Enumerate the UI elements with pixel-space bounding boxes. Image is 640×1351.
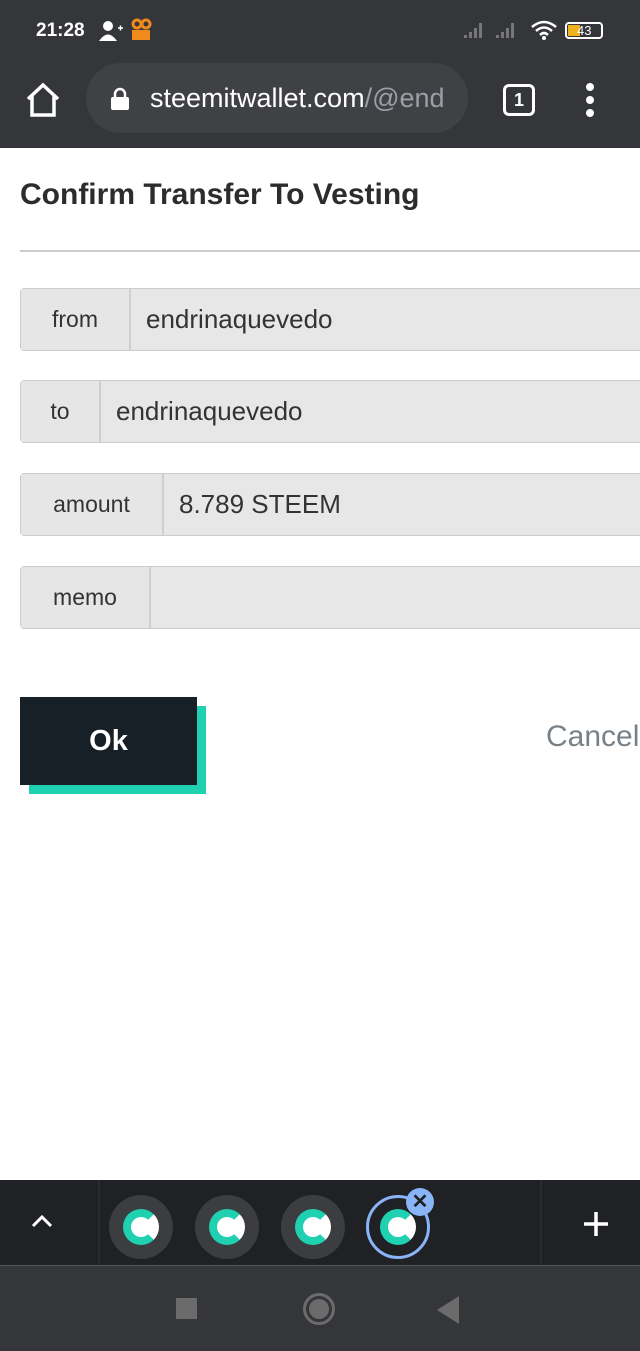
recent-apps-button[interactable]: [176, 1298, 197, 1319]
battery-level: 43: [577, 23, 592, 38]
back-button[interactable]: [437, 1296, 461, 1324]
lock-icon: [111, 87, 129, 110]
amount-label: amount: [21, 474, 164, 535]
ok-button[interactable]: Ok: [20, 697, 197, 785]
to-input[interactable]: endrinaquevedo: [101, 381, 640, 442]
url-path: /@end: [364, 83, 445, 113]
from-label: from: [21, 289, 131, 350]
system-nav-bar: [0, 1265, 640, 1351]
steemit-favicon-icon: [123, 1209, 159, 1245]
tab-thumbnail-1[interactable]: [109, 1195, 173, 1259]
divider: [20, 250, 640, 252]
chevron-up-icon[interactable]: [30, 1213, 54, 1229]
page-title: Confirm Transfer To Vesting: [20, 178, 420, 211]
from-input[interactable]: endrinaquevedo: [131, 289, 640, 350]
close-tab-icon[interactable]: ✕: [406, 1188, 434, 1216]
steemit-favicon-icon: [380, 1209, 416, 1245]
to-field: to endrinaquevedo: [20, 380, 640, 443]
new-tab-icon[interactable]: [582, 1210, 610, 1238]
video-app-icon: [131, 18, 152, 40]
signal-icon-2: [496, 23, 514, 38]
more-menu-icon[interactable]: [582, 82, 598, 118]
amount-input[interactable]: 8.789 STEEM: [164, 474, 640, 535]
url-host: steemitwallet.com: [150, 83, 365, 113]
tab-strip: ✕: [0, 1180, 640, 1265]
memo-input[interactable]: [151, 567, 640, 628]
tab-thumbnail-2[interactable]: [195, 1195, 259, 1259]
page-content: Confirm Transfer To Vesting from endrina…: [0, 148, 640, 1180]
signal-icon-1: [464, 23, 482, 38]
steemit-favicon-icon: [209, 1209, 245, 1245]
address-bar[interactable]: steemitwallet.com/@end: [86, 63, 468, 133]
tab-switcher-button[interactable]: 1: [503, 84, 535, 116]
wifi-icon: [531, 20, 557, 40]
cancel-button[interactable]: Cancel: [546, 720, 639, 754]
from-field: from endrinaquevedo: [20, 288, 640, 351]
home-button[interactable]: [303, 1293, 335, 1325]
status-time: 21:28: [36, 20, 85, 41]
memo-field: memo: [20, 566, 640, 629]
battery-icon: 43: [565, 22, 603, 39]
browser-toolbar: steemitwallet.com/@end 1: [0, 60, 640, 148]
status-bar: 21:28 43: [0, 0, 640, 60]
tab-thumbnail-3[interactable]: [281, 1195, 345, 1259]
steemit-favicon-icon: [295, 1209, 331, 1245]
to-label: to: [21, 381, 101, 442]
memo-label: memo: [21, 567, 151, 628]
home-icon[interactable]: [24, 82, 62, 118]
add-contact-icon: [99, 21, 123, 41]
amount-field: amount 8.789 STEEM: [20, 473, 640, 536]
